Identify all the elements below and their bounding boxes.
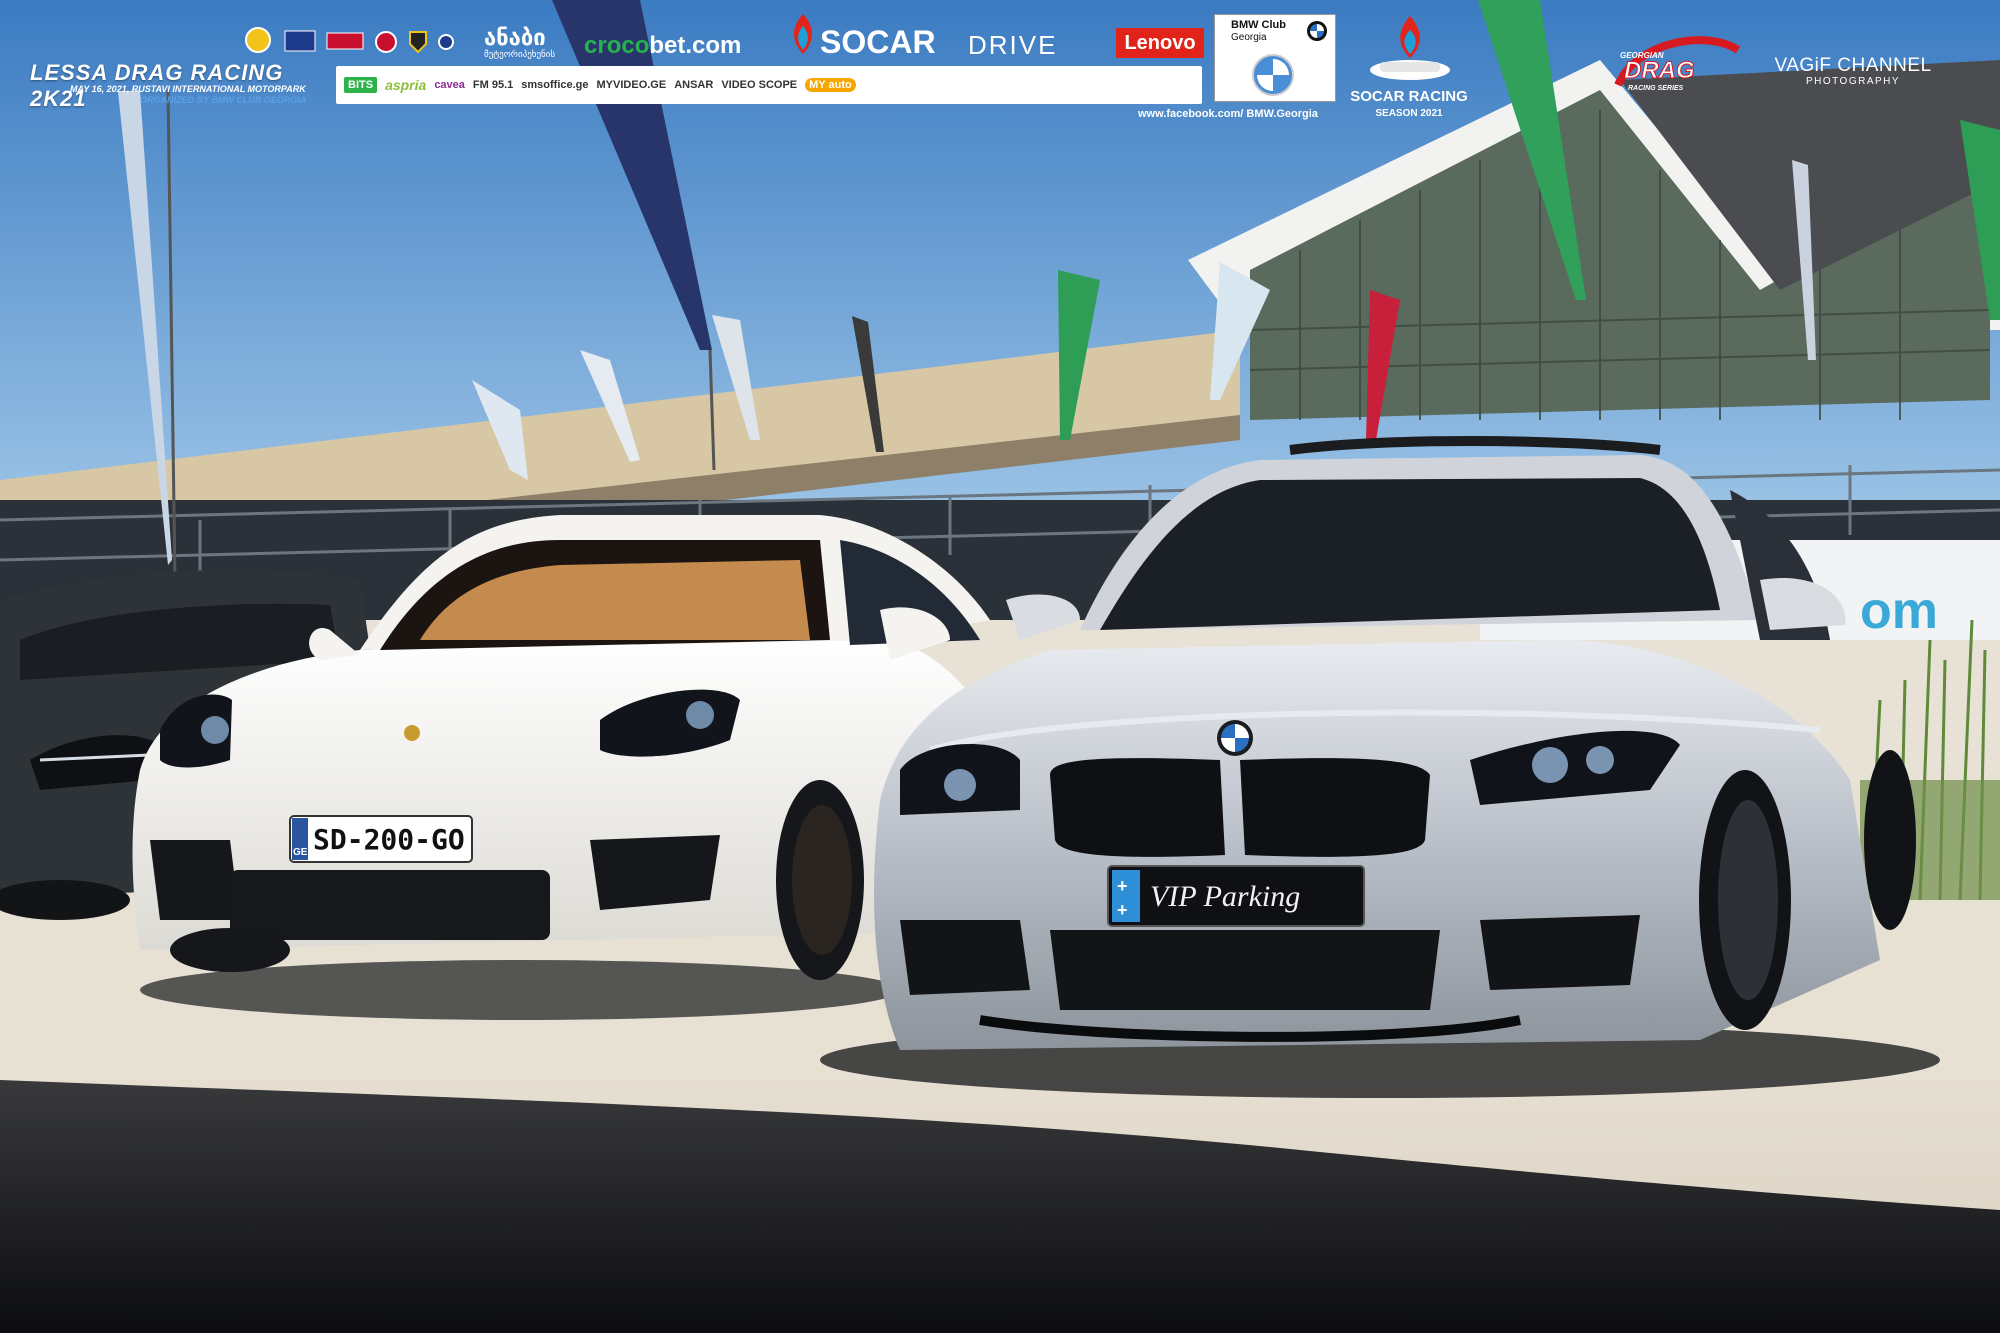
rasf-logo-icon: [326, 32, 364, 50]
sponsor-cavea: cavea: [434, 79, 465, 91]
porsche-badge-icon: [404, 725, 420, 741]
socar-racing-season: SEASON 2021: [1375, 108, 1443, 119]
drift-logo-icon: [245, 27, 271, 53]
socar-racing-title: SOCAR RACING: [1350, 88, 1468, 105]
sponsor-videoscope: VIDEO SCOPE: [721, 79, 798, 91]
sponsor-fm: FM 95.1: [472, 79, 514, 91]
socar-logo: SOCAR: [820, 24, 936, 60]
sponsor-ansar: ANSAR: [674, 79, 714, 91]
coat-of-arms-icon: [375, 31, 397, 53]
shield-logo-icon: [409, 31, 427, 54]
porsche-plate-number: SD-200-GO: [313, 823, 465, 856]
photographer-name: VAGiF CHANNEL: [1774, 55, 1932, 76]
svg-text:om: om: [1860, 582, 1938, 640]
facebook-link: www.facebook.com/ BMW.Georgia: [1138, 108, 1318, 120]
sponsor-myauto: MY auto: [805, 78, 856, 92]
photographer-sub: PHOTOGRAPHY: [1805, 76, 1901, 87]
sponsor-myvideo: MYVIDEO.GE: [596, 79, 667, 91]
crocobet-logo: crocobet.com: [584, 32, 741, 60]
drag-series-main: DRAG: [1624, 57, 1695, 84]
drag-series-bottom: RACING SERIES: [1628, 85, 1684, 92]
drive-logo: DRIVE: [968, 30, 1058, 60]
bmw-club-line2: Georgia: [1231, 32, 1267, 43]
photo-scene: om GE SD-200-GO + + VIP Parking: [0, 0, 2000, 1333]
socar-racing-logo-icon: [1370, 16, 1450, 80]
sponsor-smsoffice: smsoffice.ge: [521, 79, 589, 91]
bmw-plate-text: VIP Parking: [1150, 880, 1300, 913]
bmw-club-emblem-icon: [1252, 54, 1294, 96]
small-logo-icon: [438, 34, 454, 50]
porsche-plate-country: GE: [293, 847, 308, 858]
sponsor-bar: BITS aspria cavea FM 95.1 smsoffice.ge M…: [336, 66, 1202, 104]
fia-logo-icon: [284, 30, 316, 52]
sponsor-aspria: aspria: [385, 77, 427, 93]
crocobet-suffix: bet.com: [649, 32, 742, 59]
drag-series-logo: GEORGIAN DRAG RACING SERIES: [1614, 36, 1741, 92]
bmw-roundel-icon: [1217, 720, 1253, 756]
svg-text:+: +: [1117, 876, 1128, 896]
event-organizer: ORGANIZED BY BMW CLUB GEORGIA: [140, 95, 307, 105]
georgian-brand-sub: მეტეორიპეხენის: [484, 50, 556, 60]
bmw-logo-icon: [1307, 21, 1327, 41]
lenovo-logo: Lenovo: [1116, 28, 1204, 58]
socar-flame-icon: [793, 14, 813, 54]
sponsor-bits: BITS: [344, 77, 378, 93]
event-date: MAY 16, 2021, RUSTAVI INTERNATIONAL MOTO…: [70, 84, 306, 94]
bmw-club-line1: BMW Club: [1231, 19, 1286, 31]
crocobet-prefix: croco: [584, 32, 650, 59]
georgian-brand: ანაბი: [484, 26, 546, 51]
bmw-club-badge: BMW Club Georgia: [1214, 14, 1336, 102]
svg-text:+: +: [1117, 900, 1128, 920]
